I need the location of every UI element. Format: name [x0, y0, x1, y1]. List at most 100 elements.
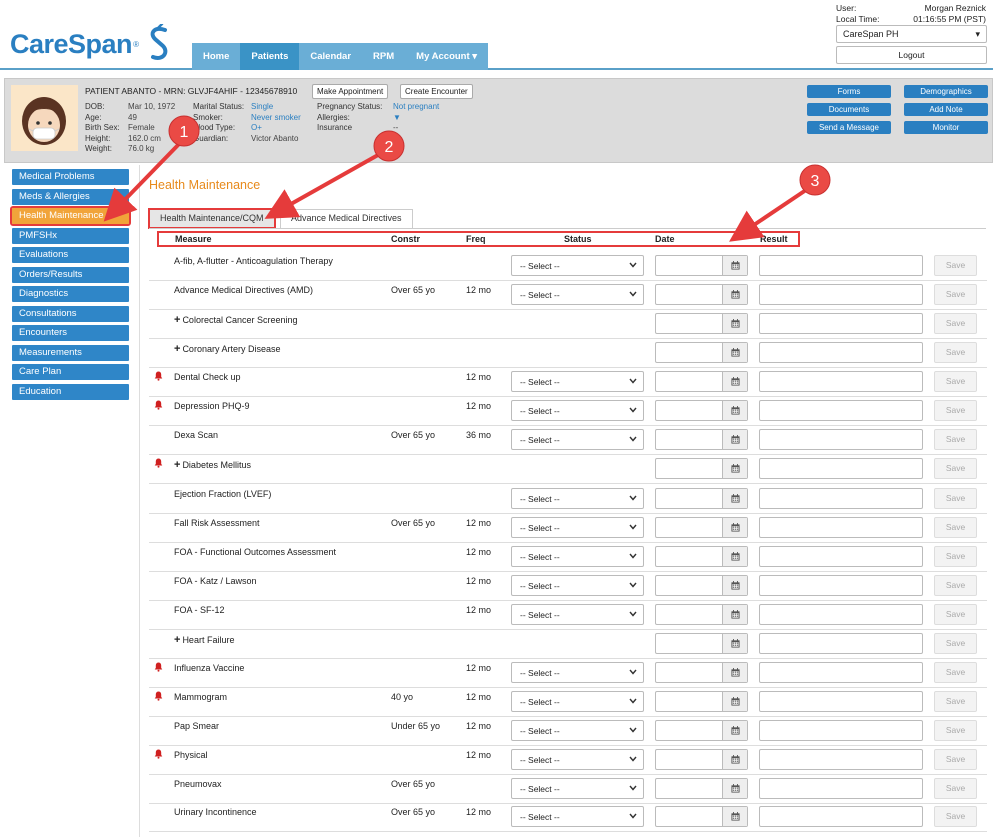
save-button[interactable]: Save: [934, 546, 977, 567]
date-field[interactable]: [655, 284, 748, 305]
result-input[interactable]: [759, 778, 923, 799]
calendar-icon[interactable]: [722, 401, 747, 420]
calendar-icon[interactable]: [722, 489, 747, 508]
date-field[interactable]: [655, 458, 748, 479]
save-button[interactable]: Save: [934, 517, 977, 538]
calendar-icon[interactable]: [722, 721, 747, 740]
status-select[interactable]: -- Select --: [511, 662, 644, 683]
date-field[interactable]: [655, 488, 748, 509]
nav-patients[interactable]: Patients: [240, 43, 300, 70]
status-select[interactable]: -- Select --: [511, 255, 644, 276]
tab-advance-medical-directives[interactable]: Advance Medical Directives: [280, 209, 413, 228]
status-select[interactable]: -- Select --: [511, 517, 644, 538]
calendar-icon[interactable]: [722, 576, 747, 595]
documents-button[interactable]: Documents: [807, 103, 891, 116]
send-message-button[interactable]: Send a Message: [807, 121, 891, 134]
calendar-icon[interactable]: [722, 779, 747, 798]
carespan-logo[interactable]: CareSpan ®: [10, 24, 173, 64]
calendar-icon[interactable]: [722, 256, 747, 275]
result-input[interactable]: [759, 429, 923, 450]
calendar-icon[interactable]: [722, 518, 747, 537]
tab-health-maintenance-cqm[interactable]: Health Maintenance/CQM: [148, 208, 276, 229]
sidebar-item-meds-allergies[interactable]: Meds & Allergies: [12, 188, 129, 205]
date-field[interactable]: [655, 691, 748, 712]
save-button[interactable]: Save: [934, 255, 977, 276]
result-input[interactable]: [759, 806, 923, 827]
date-field[interactable]: [655, 720, 748, 741]
save-button[interactable]: Save: [934, 488, 977, 509]
save-button[interactable]: Save: [934, 720, 977, 741]
status-select[interactable]: -- Select --: [511, 749, 644, 770]
measure-cell[interactable]: + Coronary Artery Disease: [174, 343, 280, 355]
result-input[interactable]: [759, 255, 923, 276]
result-input[interactable]: [759, 575, 923, 596]
status-select[interactable]: -- Select --: [511, 691, 644, 712]
result-input[interactable]: [759, 517, 923, 538]
status-select[interactable]: -- Select --: [511, 488, 644, 509]
calendar-icon[interactable]: [722, 430, 747, 449]
date-field[interactable]: [655, 546, 748, 567]
date-field[interactable]: [655, 749, 748, 770]
status-select[interactable]: -- Select --: [511, 429, 644, 450]
nav-home[interactable]: Home: [192, 43, 240, 70]
date-field[interactable]: [655, 633, 748, 654]
result-input[interactable]: [759, 546, 923, 567]
save-button[interactable]: Save: [934, 691, 977, 712]
date-field[interactable]: [655, 517, 748, 538]
allergies-toggle-icon[interactable]: ▼: [393, 113, 401, 122]
save-button[interactable]: Save: [934, 458, 977, 479]
status-select[interactable]: -- Select --: [511, 284, 644, 305]
result-input[interactable]: [759, 458, 923, 479]
save-button[interactable]: Save: [934, 806, 977, 827]
save-button[interactable]: Save: [934, 662, 977, 683]
expand-plus-icon[interactable]: +: [174, 314, 180, 326]
result-input[interactable]: [759, 488, 923, 509]
monitor-button[interactable]: Monitor: [904, 121, 988, 134]
sidebar-item-medical-problems[interactable]: Medical Problems: [12, 169, 129, 185]
save-button[interactable]: Save: [934, 371, 977, 392]
result-input[interactable]: [759, 371, 923, 392]
date-field[interactable]: [655, 604, 748, 625]
calendar-icon[interactable]: [722, 692, 747, 711]
calendar-icon[interactable]: [722, 459, 747, 478]
result-input[interactable]: [759, 633, 923, 654]
nav-calendar[interactable]: Calendar: [299, 43, 362, 70]
expand-plus-icon[interactable]: +: [174, 459, 180, 471]
date-field[interactable]: [655, 342, 748, 363]
calendar-icon[interactable]: [722, 343, 747, 362]
save-button[interactable]: Save: [934, 749, 977, 770]
status-select[interactable]: -- Select --: [511, 546, 644, 567]
nav-rpm[interactable]: RPM: [362, 43, 405, 70]
expand-plus-icon[interactable]: +: [174, 634, 180, 646]
date-field[interactable]: [655, 806, 748, 827]
date-field[interactable]: [655, 313, 748, 334]
measure-cell[interactable]: + Diabetes Mellitus: [174, 459, 251, 471]
save-button[interactable]: Save: [934, 342, 977, 363]
sidebar-item-pmfshx[interactable]: PMFSHx: [12, 227, 129, 244]
measure-cell[interactable]: + Colorectal Cancer Screening: [174, 314, 298, 326]
status-select[interactable]: -- Select --: [511, 720, 644, 741]
calendar-icon[interactable]: [722, 663, 747, 682]
save-button[interactable]: Save: [934, 778, 977, 799]
create-encounter-button[interactable]: Create Encounter: [400, 84, 473, 99]
demographics-button[interactable]: Demographics: [904, 85, 988, 98]
date-field[interactable]: [655, 575, 748, 596]
sidebar-item-orders-results[interactable]: Orders/Results: [12, 266, 129, 283]
result-input[interactable]: [759, 342, 923, 363]
calendar-icon[interactable]: [722, 807, 747, 826]
sidebar-item-evaluations[interactable]: Evaluations: [12, 247, 129, 263]
result-input[interactable]: [759, 691, 923, 712]
expand-plus-icon[interactable]: +: [174, 343, 180, 355]
date-field[interactable]: [655, 662, 748, 683]
save-button[interactable]: Save: [934, 284, 977, 305]
save-button[interactable]: Save: [934, 575, 977, 596]
sidebar-item-education[interactable]: Education: [12, 383, 129, 400]
sidebar-item-encounters[interactable]: Encounters: [12, 325, 129, 341]
status-select[interactable]: -- Select --: [511, 604, 644, 625]
date-field[interactable]: [655, 778, 748, 799]
status-select[interactable]: -- Select --: [511, 806, 644, 827]
calendar-icon[interactable]: [722, 547, 747, 566]
date-field[interactable]: [655, 429, 748, 450]
result-input[interactable]: [759, 400, 923, 421]
sidebar-item-care-plan[interactable]: Care Plan: [12, 364, 129, 380]
